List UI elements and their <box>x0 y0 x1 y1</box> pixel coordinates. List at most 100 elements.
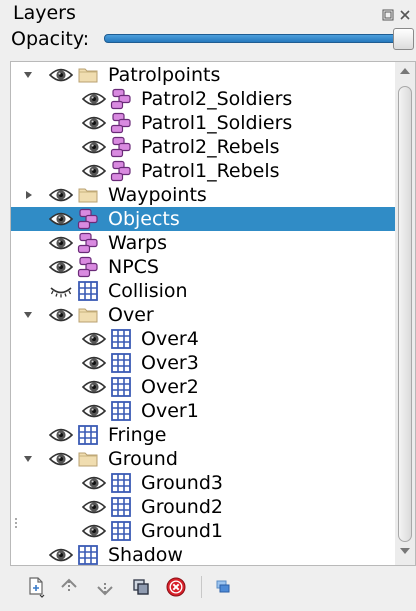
opacity-slider[interactable] <box>104 28 414 50</box>
collapse-arrow-icon[interactable] <box>24 312 32 318</box>
layer-row[interactable]: Over4 <box>11 327 395 351</box>
scroll-up-arrow[interactable] <box>400 68 410 74</box>
visibility-eye-icon[interactable] <box>81 137 107 157</box>
layer-name: Shadow <box>108 544 183 566</box>
layer-name: Patrol2_Soldiers <box>141 88 293 110</box>
visibility-eye-icon[interactable] <box>81 521 107 541</box>
tile-layer-icon <box>110 496 132 518</box>
object-layer-icon <box>110 160 132 182</box>
visibility-eye-icon[interactable] <box>81 161 107 181</box>
layer-name: Collision <box>108 280 188 302</box>
layer-toolbar <box>0 568 416 611</box>
visibility-eye-icon[interactable] <box>48 233 74 253</box>
visibility-eye-icon[interactable] <box>81 89 107 109</box>
visibility-eye-icon[interactable] <box>81 329 107 349</box>
duplicate-layer-icon[interactable] <box>129 575 153 599</box>
object-layer-icon <box>77 232 99 254</box>
new-layer-icon[interactable] <box>24 575 48 599</box>
opacity-slider-handle[interactable] <box>393 28 414 50</box>
opacity-slider-track[interactable] <box>104 34 404 43</box>
group-folder-icon <box>77 304 99 326</box>
layer-tree: Patrolpoints Patrol2_Soldiers Patrol1_Sold… <box>10 61 416 566</box>
layer-row[interactable]: Patrolpoints <box>11 63 395 87</box>
layer-row[interactable]: Over1 <box>11 399 395 423</box>
layer-row[interactable]: Collision <box>11 279 395 303</box>
layer-row[interactable]: Ground <box>11 447 395 471</box>
object-layer-icon <box>77 208 99 230</box>
tile-layer-icon <box>77 544 99 565</box>
layer-row[interactable]: Over <box>11 303 395 327</box>
layer-row[interactable]: Waypoints <box>11 183 395 207</box>
layers-panel: Layers Opacity: Patrolpoints Patrol2_Sold… <box>0 0 416 611</box>
layer-name: Objects <box>108 208 180 230</box>
layer-name: Over <box>108 304 154 326</box>
tile-layer-icon <box>110 472 132 494</box>
layer-name: Patrolpoints <box>108 64 221 86</box>
layer-row[interactable]: Ground2 <box>11 495 395 519</box>
scrollbar-thumb[interactable] <box>398 86 412 542</box>
layer-row[interactable]: Patrol2_Rebels <box>11 135 395 159</box>
group-folder-icon <box>77 64 99 86</box>
tile-layer-icon <box>110 352 132 374</box>
visibility-eye-icon[interactable] <box>48 209 74 229</box>
close-icon[interactable] <box>399 6 411 20</box>
visibility-eye-icon[interactable] <box>81 377 107 397</box>
visibility-eye-icon[interactable] <box>48 65 74 85</box>
vertical-scrollbar[interactable] <box>395 62 415 565</box>
group-folder-icon <box>77 184 99 206</box>
scroll-down-arrow[interactable] <box>400 548 410 554</box>
raise-layer-icon[interactable] <box>57 575 81 599</box>
layer-row[interactable]: Over3 <box>11 351 395 375</box>
object-layer-icon <box>110 88 132 110</box>
visibility-eye-icon[interactable] <box>81 113 107 133</box>
visibility-eye-icon[interactable] <box>48 425 74 445</box>
tile-layer-icon <box>110 376 132 398</box>
panel-titlebar: Layers <box>0 0 416 26</box>
collapse-arrow-icon[interactable] <box>24 72 32 78</box>
visibility-eye-icon[interactable] <box>48 305 74 325</box>
opacity-label: Opacity: <box>11 28 90 50</box>
expand-arrow-icon[interactable] <box>26 191 32 199</box>
tile-layer-icon <box>77 280 99 302</box>
visibility-eye-icon[interactable] <box>81 497 107 517</box>
layer-row[interactable]: Objects <box>11 207 395 231</box>
layer-row[interactable]: Ground1 <box>11 519 395 543</box>
layer-name: Fringe <box>108 424 167 446</box>
layer-row[interactable]: Ground3 <box>11 471 395 495</box>
visibility-eye-icon[interactable] <box>81 353 107 373</box>
layer-row[interactable]: NPCS <box>11 255 395 279</box>
layer-name: Ground2 <box>141 496 223 518</box>
object-layer-icon <box>110 136 132 158</box>
visibility-eye-icon[interactable] <box>48 185 74 205</box>
layer-row[interactable]: Fringe <box>11 423 395 447</box>
highlight-layer-icon[interactable] <box>211 575 235 599</box>
layer-row[interactable]: Patrol1_Soldiers <box>11 111 395 135</box>
layer-name: Over2 <box>141 376 199 398</box>
layer-name: Patrol1_Rebels <box>141 160 280 182</box>
visibility-eye-icon[interactable] <box>81 401 107 421</box>
layer-name: Ground3 <box>141 472 223 494</box>
group-folder-icon <box>77 448 99 470</box>
tile-layer-icon <box>77 424 99 446</box>
layer-row[interactable]: Patrol2_Soldiers <box>11 87 395 111</box>
lower-layer-icon[interactable] <box>93 575 117 599</box>
layer-row[interactable]: Shadow <box>11 543 395 566</box>
layer-row[interactable]: Over2 <box>11 375 395 399</box>
visibility-eye-icon[interactable] <box>81 473 107 493</box>
tile-layer-icon <box>110 328 132 350</box>
collapse-arrow-icon[interactable] <box>24 456 32 462</box>
visibility-eye-icon[interactable] <box>48 545 74 565</box>
layer-name: Patrol1_Soldiers <box>141 112 293 134</box>
visibility-eye-icon[interactable] <box>48 257 74 277</box>
float-icon[interactable] <box>382 6 394 21</box>
panel-title: Layers <box>13 2 76 24</box>
tile-layer-icon <box>110 400 132 422</box>
resize-grip <box>15 518 19 532</box>
layer-name: NPCS <box>108 256 159 278</box>
visibility-eye-icon[interactable] <box>48 449 74 469</box>
remove-layer-icon[interactable] <box>164 575 188 599</box>
layer-row[interactable]: Warps <box>11 231 395 255</box>
layer-name: Over1 <box>141 400 199 422</box>
layer-row[interactable]: Patrol1_Rebels <box>11 159 395 183</box>
hidden-eye-icon[interactable] <box>49 281 73 301</box>
